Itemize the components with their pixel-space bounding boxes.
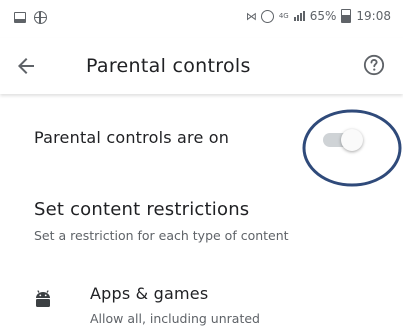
app-bar: Parental controls (0, 38, 403, 94)
parental-controls-toggle-row[interactable]: Parental controls are on (0, 100, 403, 172)
page-title: Parental controls (86, 55, 251, 77)
switch-thumb (341, 129, 363, 151)
apps-games-title: Apps & games (90, 284, 209, 303)
status-left-icons (14, 11, 47, 24)
android-icon (36, 290, 50, 307)
signal-icon (293, 11, 305, 21)
battery-percent: 65% (309, 9, 337, 23)
screenshot-icon (14, 12, 26, 23)
status-bar: ⋈ 4G 65% 19:08 (0, 0, 403, 38)
apps-games-item[interactable]: Apps & games Allow all, including unrate… (0, 280, 403, 335)
help-button[interactable] (363, 54, 385, 76)
clock: 19:08 (356, 9, 391, 23)
alarm-icon (260, 9, 274, 23)
restrictions-title: Set content restrictions (34, 199, 250, 220)
arrow-left-icon (18, 58, 34, 74)
back-button[interactable] (14, 54, 38, 78)
mute-icon: ⋈ (245, 9, 257, 23)
restrictions-subtitle: Set a restriction for each type of conte… (34, 228, 289, 243)
apps-games-subtitle: Allow all, including unrated (90, 311, 260, 326)
vpn-globe-icon (34, 11, 47, 24)
toggle-label: Parental controls are on (34, 128, 230, 147)
parental-controls-switch[interactable] (319, 128, 373, 154)
status-right-icons: ⋈ 4G 65% 19:08 (246, 9, 391, 23)
network-type-label: 4G (278, 11, 289, 20)
help-circle-icon (363, 54, 385, 76)
battery-icon (341, 9, 352, 23)
